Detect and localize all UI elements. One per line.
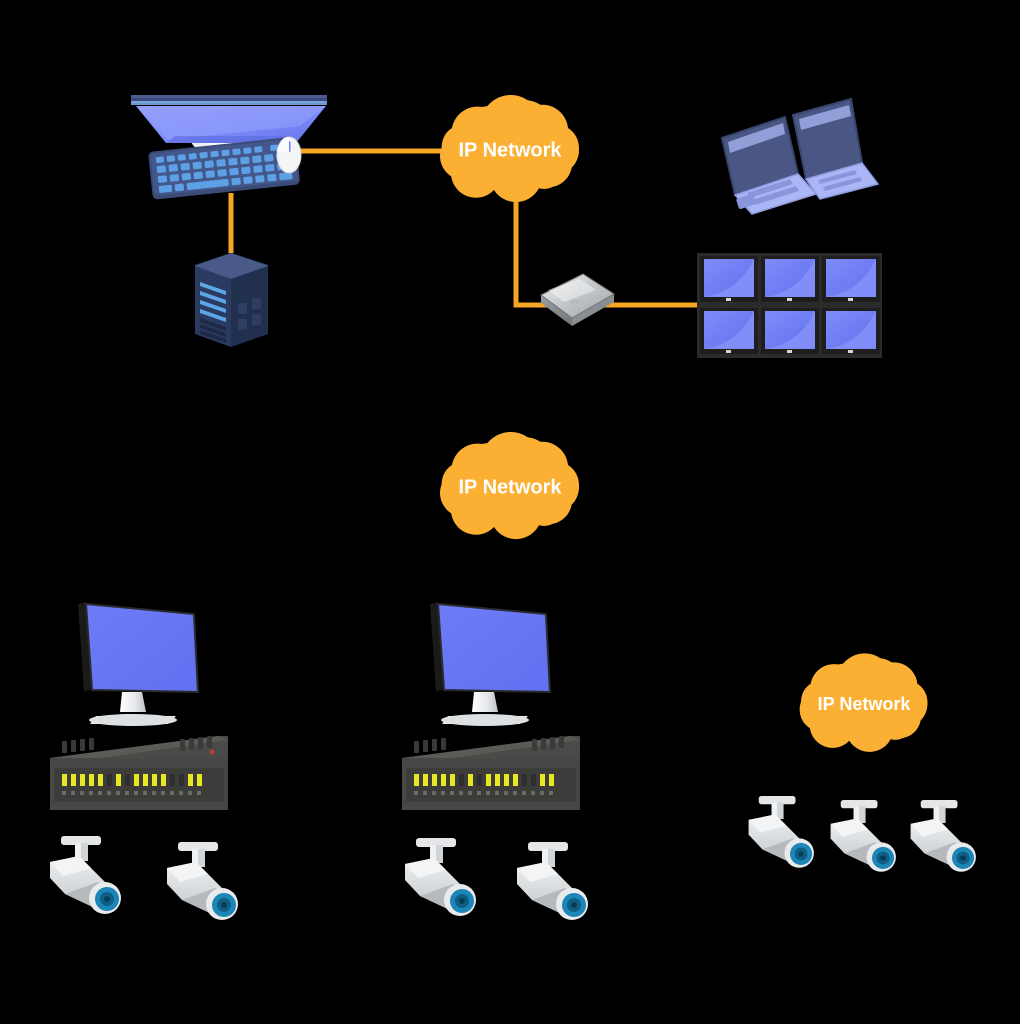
cctv-camera-icon [405,838,476,916]
cctv-camera-icon [50,836,121,914]
server-tower-icon [195,253,268,347]
camera-group-2[interactable] [405,838,588,920]
cloud-middle[interactable]: IP Network [440,431,579,540]
keyboard-icon [148,137,300,200]
video-wall-screen [700,308,758,354]
video-wall-screen [822,308,880,354]
cloud-middle-label: IP Network [459,476,563,498]
cloud-right[interactable]: IP Network [799,653,928,752]
cloud-top[interactable]: IP Network [440,94,579,203]
video-wall-screen [761,308,819,354]
video-wall[interactable] [697,253,882,358]
cctv-camera-icon [748,796,814,868]
cctv-camera-icon [830,800,896,872]
cctv-camera-icon [910,800,976,872]
nvr-workstation-2[interactable] [402,602,580,810]
nvr-chassis-icon [50,736,228,810]
cloud-right-label: IP Network [818,694,912,714]
mouse-icon [276,136,302,174]
camera-group-1[interactable] [50,836,238,920]
nvr-chassis-icon [402,736,580,810]
nvr-workstation-1[interactable] [50,602,228,810]
workstation-monitor-icon [430,602,552,726]
video-wall-screen [761,256,819,302]
video-wall-screen [700,256,758,302]
video-wall-screen [822,256,880,302]
network-diagram-canvas: IP Network IP Network IP Network [0,0,1020,1024]
camera-group-3[interactable] [748,796,976,872]
laptops-group[interactable] [720,97,880,215]
cctv-camera-icon [167,842,238,920]
diagram-svg: IP Network IP Network IP Network [50,94,976,920]
cctv-camera-icon [517,842,588,920]
workstation-monitor-icon [78,602,200,726]
cloud-top-label: IP Network [459,139,563,161]
video-decoder-icon[interactable] [540,273,615,326]
